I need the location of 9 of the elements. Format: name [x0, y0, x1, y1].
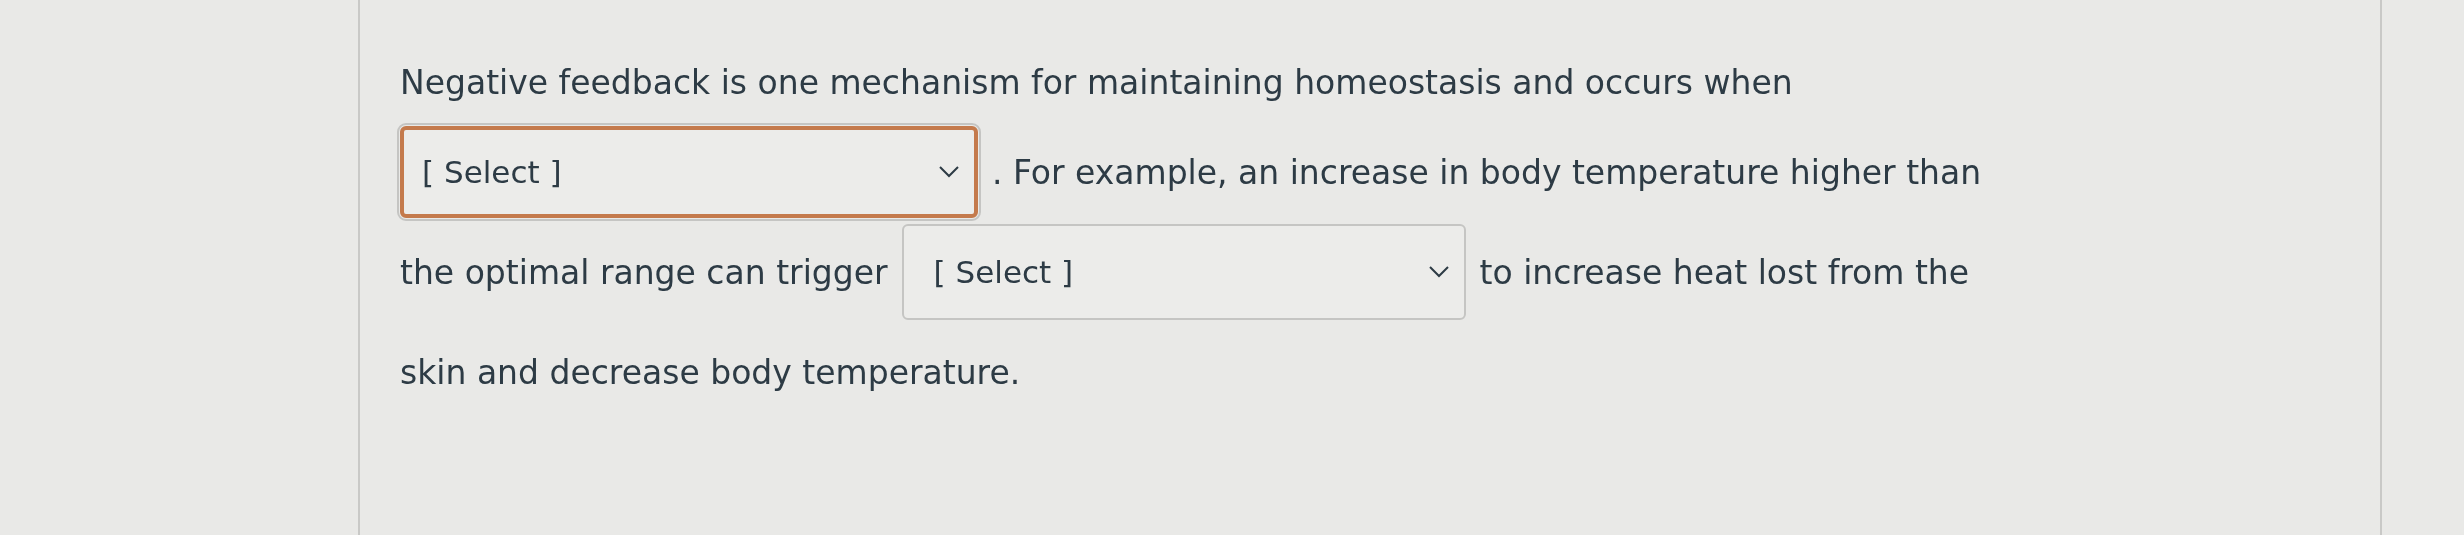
question-text: skin and decrease body temperature.	[400, 352, 1021, 392]
answer-dropdown[interactable]: [ Select ]	[400, 126, 978, 218]
question-text: the optimal range can trigger	[400, 252, 888, 292]
question-text: Negative feedback is one mechanism for maintaining homeostasis and occurs when	[400, 62, 1793, 102]
question-text: . For example, an increase in body temperature higher than	[992, 152, 1982, 192]
chevron-down-icon	[938, 165, 960, 179]
question-text: to increase heat lost from the	[1479, 252, 1970, 292]
answer-dropdown[interactable]: [ Select ]	[901, 224, 1466, 320]
chevron-down-icon	[1427, 265, 1450, 279]
